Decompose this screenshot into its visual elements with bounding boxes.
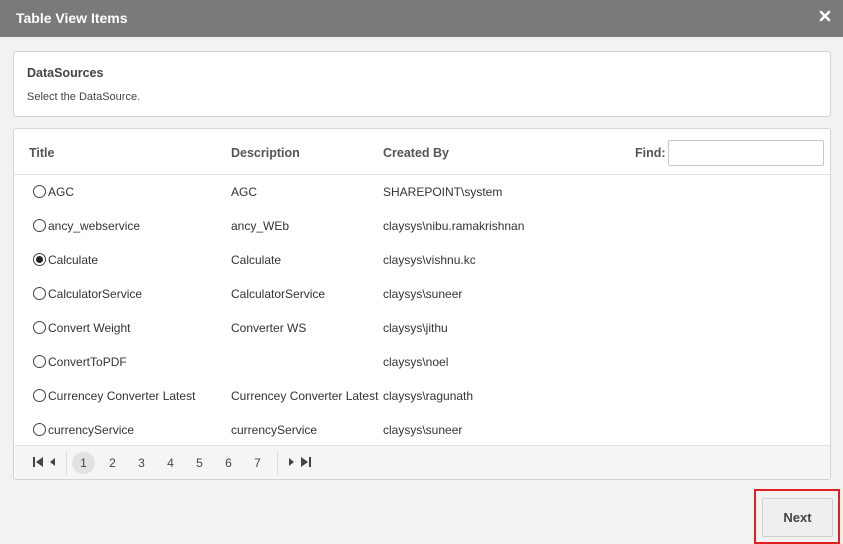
- panel-heading: DataSources: [27, 66, 104, 80]
- page-7[interactable]: 7: [246, 452, 269, 474]
- row-created-by: claysys\vishnu.kc: [383, 253, 476, 267]
- datasources-info-panel: DataSources Select the DataSource.: [13, 51, 831, 117]
- row-title: currencyService: [48, 423, 135, 437]
- table-row[interactable]: Calculate Calculate claysys\vishnu.kc: [14, 243, 830, 277]
- last-page-icon[interactable]: [298, 455, 312, 469]
- panel-subtext: Select the DataSource.: [27, 91, 141, 103]
- table-row[interactable]: AGC AGC SHAREPOINT\system: [14, 175, 830, 209]
- row-title: CalculatorService: [48, 287, 143, 301]
- row-description: CalculatorService: [231, 287, 326, 301]
- row-description: Currencey Converter Latest: [231, 389, 379, 403]
- row-description: ancy_WEb: [231, 219, 290, 233]
- row-title: Calculate: [48, 253, 99, 267]
- pagination-bar: 1 2 3 4 5 6 7: [15, 445, 830, 479]
- row-created-by: claysys\suneer: [383, 287, 463, 301]
- row-description: currencyService: [231, 423, 318, 437]
- row-radio[interactable]: [33, 389, 46, 402]
- page-6[interactable]: 6: [217, 452, 240, 474]
- first-page-icon[interactable]: [32, 455, 46, 469]
- find-label: Find:: [635, 146, 666, 160]
- datasource-table: Title Description Created By Find: AGC A…: [13, 128, 831, 480]
- table-body: AGC AGC SHAREPOINT\system ancy_webservic…: [14, 175, 830, 445]
- row-radio[interactable]: [33, 185, 46, 198]
- previous-page-icon[interactable]: [46, 455, 60, 469]
- row-created-by: SHAREPOINT\system: [383, 185, 503, 199]
- row-radio[interactable]: [33, 423, 46, 436]
- row-title: ConvertToPDF: [48, 355, 127, 369]
- table-row[interactable]: currencyService currencyService claysys\…: [14, 413, 830, 445]
- page-2[interactable]: 2: [101, 452, 124, 474]
- column-header-created-by[interactable]: Created By: [383, 146, 449, 160]
- page-5[interactable]: 5: [188, 452, 211, 474]
- pager-divider: [66, 451, 67, 475]
- row-title: Convert Weight: [48, 321, 131, 335]
- table-row[interactable]: ConvertToPDF claysys\noel: [14, 345, 830, 379]
- row-radio[interactable]: [33, 219, 46, 232]
- close-icon[interactable]: [818, 9, 832, 23]
- dialog-title: Table View Items: [16, 10, 128, 26]
- row-title: ancy_webservice: [48, 219, 141, 233]
- pager-divider: [277, 451, 278, 475]
- dialog-titlebar: Table View Items: [0, 0, 843, 37]
- row-title: Currencey Converter Latest: [48, 389, 196, 403]
- row-description: Calculate: [231, 253, 282, 267]
- page-4[interactable]: 4: [159, 452, 182, 474]
- table-row[interactable]: CalculatorService CalculatorService clay…: [14, 277, 830, 311]
- table-row[interactable]: ancy_webservice ancy_WEb claysys\nibu.ra…: [14, 209, 830, 243]
- find-input[interactable]: [668, 140, 824, 166]
- row-created-by: claysys\jithu: [383, 321, 448, 335]
- table-row[interactable]: Currencey Converter Latest Currencey Con…: [14, 379, 830, 413]
- row-created-by: claysys\noel: [383, 355, 449, 369]
- row-created-by: claysys\suneer: [383, 423, 463, 437]
- row-description: Converter WS: [231, 321, 307, 335]
- page-1[interactable]: 1: [72, 452, 95, 474]
- next-page-icon[interactable]: [284, 455, 298, 469]
- row-radio[interactable]: [33, 253, 46, 266]
- page-3[interactable]: 3: [130, 452, 153, 474]
- row-radio[interactable]: [33, 355, 46, 368]
- row-created-by: claysys\nibu.ramakrishnan: [383, 219, 525, 233]
- row-created-by: claysys\ragunath: [383, 389, 474, 403]
- row-title: AGC: [48, 185, 75, 199]
- column-header-description[interactable]: Description: [231, 146, 300, 160]
- row-description: AGC: [231, 185, 258, 199]
- row-radio[interactable]: [33, 321, 46, 334]
- table-row[interactable]: Convert Weight Converter WS claysys\jith…: [14, 311, 830, 345]
- row-radio[interactable]: [33, 287, 46, 300]
- column-header-title[interactable]: Title: [29, 146, 54, 160]
- next-button[interactable]: Next: [762, 498, 833, 537]
- table-header: Title Description Created By Find:: [14, 129, 830, 175]
